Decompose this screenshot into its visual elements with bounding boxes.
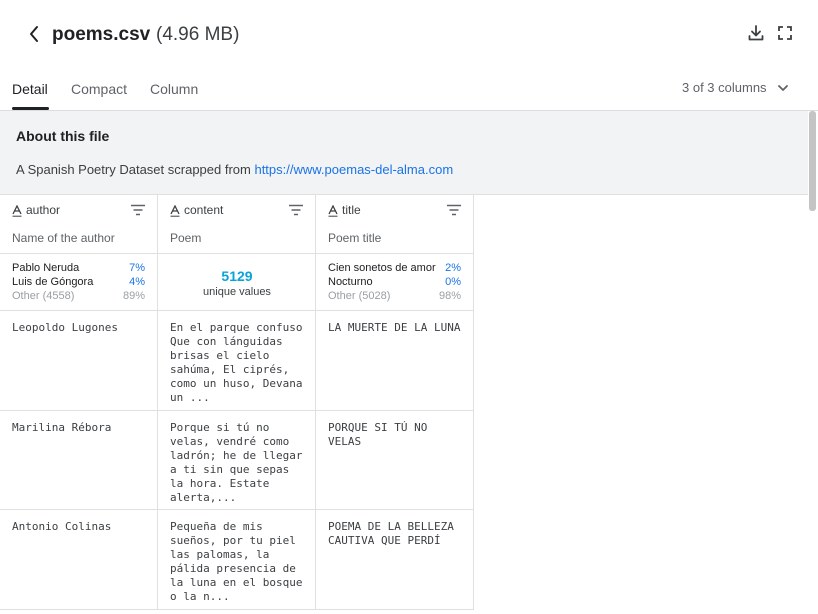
table-cell: PORQUE SI TÚ NO VELAS	[316, 411, 474, 510]
table-cell: En el parque confuso Que con lánguidas b…	[158, 311, 316, 411]
stat-percent: 89%	[122, 290, 145, 302]
stat-item: Luis de Góngora 4%	[12, 275, 145, 289]
tab-detail[interactable]: Detail	[12, 80, 48, 98]
table-cell: Leopoldo Lugones	[0, 311, 158, 411]
tab-compact[interactable]: Compact	[71, 80, 127, 98]
stat-percent: 0%	[445, 276, 461, 288]
about-section: About this file A Spanish Poetry Dataset…	[0, 111, 808, 195]
table-cell: Antonio Colinas	[0, 510, 158, 610]
file-name: poems.csv	[52, 24, 151, 45]
stat-label: Pablo Neruda	[12, 262, 80, 274]
stat-label: Cien sonetos de amor	[328, 262, 436, 274]
table-cell: Porque si tú no velas, vendré como ladró…	[158, 411, 316, 510]
about-title: About this file	[16, 128, 110, 144]
column-description: Name of the author	[12, 231, 115, 245]
stat-percent: 2%	[445, 262, 461, 274]
string-type-icon	[170, 205, 180, 217]
about-description-text: A Spanish Poetry Dataset scrapped from	[16, 162, 255, 177]
unique-count: 5129	[221, 268, 253, 284]
column-description: Poem	[170, 231, 202, 245]
string-type-icon	[328, 205, 338, 217]
table-cell: LA MUERTE DE LA LUNA	[316, 311, 474, 411]
stat-percent: 7%	[129, 262, 145, 274]
stat-percent: 98%	[438, 290, 461, 302]
column-stats: Cien sonetos de amor 2% Nocturno 0% Othe…	[316, 254, 474, 311]
column-name: title	[342, 203, 361, 217]
column-name: author	[26, 203, 61, 217]
stat-item: Cien sonetos de amor 2%	[328, 261, 461, 275]
stat-item: Nocturno 0%	[328, 275, 461, 289]
stat-item-other: Other (5028) 98%	[328, 289, 461, 303]
columns-selector[interactable]: 3 of 3 columns	[682, 80, 789, 96]
sort-icon[interactable]	[131, 204, 145, 216]
chevron-down-icon	[777, 85, 788, 91]
chevron-left-icon	[30, 26, 38, 42]
download-icon	[748, 25, 764, 41]
scrollbar-thumb[interactable]	[809, 111, 816, 211]
stat-item-other: Other (4558) 89%	[12, 289, 145, 303]
file-size: (4.96 MB)	[156, 24, 240, 45]
stat-percent: 4%	[129, 276, 145, 288]
sort-icon[interactable]	[289, 204, 303, 216]
stat-label: Other (5028)	[328, 290, 391, 302]
tab-column[interactable]: Column	[150, 80, 198, 98]
column-description: Poem title	[328, 231, 382, 245]
fullscreen-button[interactable]	[775, 23, 795, 43]
fullscreen-icon	[778, 26, 792, 40]
column-stats: 5129 unique values	[158, 254, 316, 311]
stat-label: Luis de Góngora	[12, 276, 94, 288]
table-cell: Marilina Rébora	[0, 411, 158, 510]
column-name: content	[184, 203, 224, 217]
sort-icon[interactable]	[447, 204, 461, 216]
download-button[interactable]	[746, 23, 766, 43]
columns-selector-label: 3 of 3 columns	[682, 80, 767, 95]
about-description: A Spanish Poetry Dataset scrapped from h…	[16, 162, 453, 177]
string-type-icon	[12, 205, 22, 217]
column-stats: Pablo Neruda 7% Luis de Góngora 4% Other…	[0, 254, 158, 311]
table-cell: Pequeña de mis sueños, por tu piel las p…	[158, 510, 316, 610]
column-header[interactable]: title Poem title	[316, 195, 474, 254]
unique-label: unique values	[203, 286, 271, 298]
column-header[interactable]: author Name of the author	[0, 195, 158, 254]
back-button[interactable]	[22, 22, 46, 46]
column-header[interactable]: content Poem	[158, 195, 316, 254]
active-tab-indicator	[12, 107, 49, 110]
stat-item: Pablo Neruda 7%	[12, 261, 145, 275]
table-cell: POEMA DE LA BELLEZA CAUTIVA QUE PERDÍ	[316, 510, 474, 610]
stat-label: Other (4558)	[12, 290, 75, 302]
file-header: poems.csv (4.96 MB)	[0, 0, 818, 70]
stat-label: Nocturno	[328, 276, 373, 288]
source-link[interactable]: https://www.poemas-del-alma.com	[254, 162, 453, 177]
